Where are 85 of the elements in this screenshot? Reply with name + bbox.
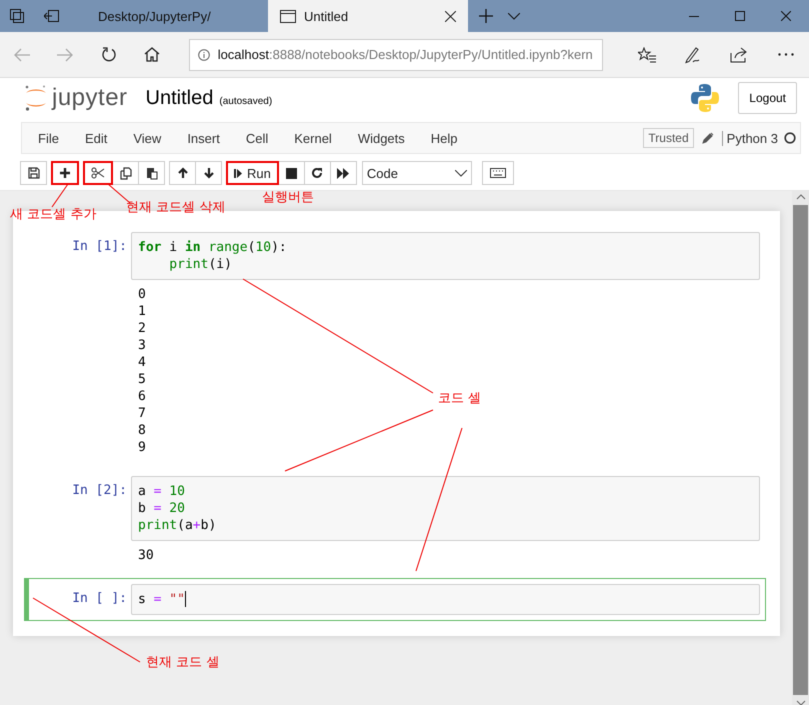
close-icon[interactable] — [445, 10, 456, 22]
menu-item[interactable]: Kernel — [282, 130, 344, 146]
menu-item[interactable]: Widgets — [346, 130, 417, 146]
output-line: 6 — [138, 388, 146, 405]
menu-item[interactable]: Edit — [72, 130, 120, 146]
chevron-down-icon[interactable] — [508, 12, 520, 20]
more-icon[interactable] — [778, 53, 794, 56]
browser-tab[interactable]: Untitled — [268, 0, 468, 32]
share-icon[interactable] — [730, 46, 748, 62]
tabs-icon[interactable] — [10, 9, 24, 23]
output-line: 4 — [138, 354, 146, 371]
menu-item[interactable]: View — [121, 130, 174, 146]
save-status: (autosaved) — [219, 96, 272, 106]
stop-icon — [286, 168, 297, 178]
output-line: 5 — [138, 371, 146, 388]
output-line: 7 — [138, 405, 146, 422]
annotation-label: 코드 셀 — [438, 390, 482, 407]
code-input[interactable]: s = "" — [131, 584, 760, 615]
menu-item[interactable]: Help — [418, 130, 470, 146]
scrollbar[interactable] — [792, 191, 809, 705]
toolbar-button[interactable]: Run — [226, 161, 279, 185]
keyboard-button[interactable] — [482, 161, 514, 185]
kernel-name: Python 3 — [722, 130, 778, 146]
keyboard-icon — [490, 168, 506, 178]
logo-text: jupyter — [52, 84, 128, 112]
toolbar-button[interactable] — [169, 161, 196, 185]
save-icon — [28, 167, 40, 179]
output-line: 2 — [138, 320, 146, 337]
set-aside-icon[interactable] — [44, 10, 58, 22]
input-prompt: In [2]: — [71, 482, 128, 500]
menu-item[interactable]: Insert — [175, 130, 232, 146]
input-prompt: In [ ]: — [71, 590, 128, 608]
input-prompt: In [1]: — [71, 238, 128, 256]
refresh-icon[interactable] — [100, 46, 117, 62]
annotation-label: 현재 코드 셀 — [146, 654, 220, 671]
output-line: 9 — [138, 439, 146, 456]
code-input[interactable]: for i in range(10): print(i) — [131, 232, 760, 280]
scissors-icon — [91, 167, 105, 179]
plus-icon[interactable] — [479, 9, 493, 23]
fast-forward-icon — [336, 168, 350, 178]
step-icon — [234, 168, 243, 178]
paste-icon — [146, 166, 158, 180]
maximize-icon[interactable] — [735, 11, 745, 21]
toolbar-button[interactable] — [83, 161, 113, 185]
python-logo-icon — [690, 83, 720, 113]
pen-icon[interactable] — [684, 46, 702, 64]
copy-icon — [120, 166, 132, 180]
code-input[interactable]: a = 10 b = 20 print(a+b) — [131, 476, 760, 541]
logout-button[interactable]: Logout — [738, 82, 797, 114]
home-icon[interactable] — [144, 47, 160, 62]
menu-item[interactable]: File — [26, 130, 71, 146]
restart-icon — [311, 167, 324, 179]
chevron-down-icon — [454, 170, 467, 176]
output-line: 0 — [138, 286, 146, 303]
favorites-icon[interactable] — [638, 46, 656, 62]
arrow-up-icon — [176, 167, 188, 179]
output-line: 1 — [138, 303, 146, 320]
plus-icon — [59, 167, 71, 179]
notebook-title[interactable]: Untitled — [146, 86, 214, 110]
cell-type-select[interactable]: Code — [362, 161, 472, 185]
toolbar-button[interactable] — [330, 161, 357, 185]
output-line: 8 — [138, 422, 146, 439]
toolbar-button[interactable] — [304, 161, 331, 185]
pencil-icon[interactable] — [702, 132, 714, 144]
trusted-button[interactable]: Trusted — [643, 128, 694, 148]
output-line: 30 — [138, 547, 154, 564]
leader-line — [52, 184, 68, 208]
jupyter-logo-icon — [24, 84, 48, 112]
page-icon — [280, 10, 296, 22]
arrow-down-icon — [202, 167, 214, 179]
address-field[interactable]: localhost:8888/notebooks/Desktop/JupyterPy/Untitled.ipynb?kern — [188, 38, 604, 70]
toolbar-button[interactable] — [195, 161, 222, 185]
annotation-label: 현재 코드셀 삭제 — [126, 199, 226, 216]
annotation-label: 실행버튼 — [262, 189, 314, 206]
info-icon — [198, 48, 210, 60]
menu-item[interactable]: Cell — [234, 130, 280, 146]
browser-tab[interactable]: Desktop/JupyterPy/ — [68, 0, 268, 32]
toolbar-button[interactable] — [20, 161, 47, 185]
toolbar-button[interactable] — [112, 161, 139, 185]
output-line: 3 — [138, 337, 146, 354]
toolbar-button[interactable] — [138, 161, 165, 185]
close-icon[interactable] — [781, 11, 791, 21]
toolbar-button[interactable] — [51, 161, 79, 185]
annotation-label: 새 코드셀 추가 — [10, 206, 96, 223]
toolbar-button[interactable] — [278, 161, 305, 185]
